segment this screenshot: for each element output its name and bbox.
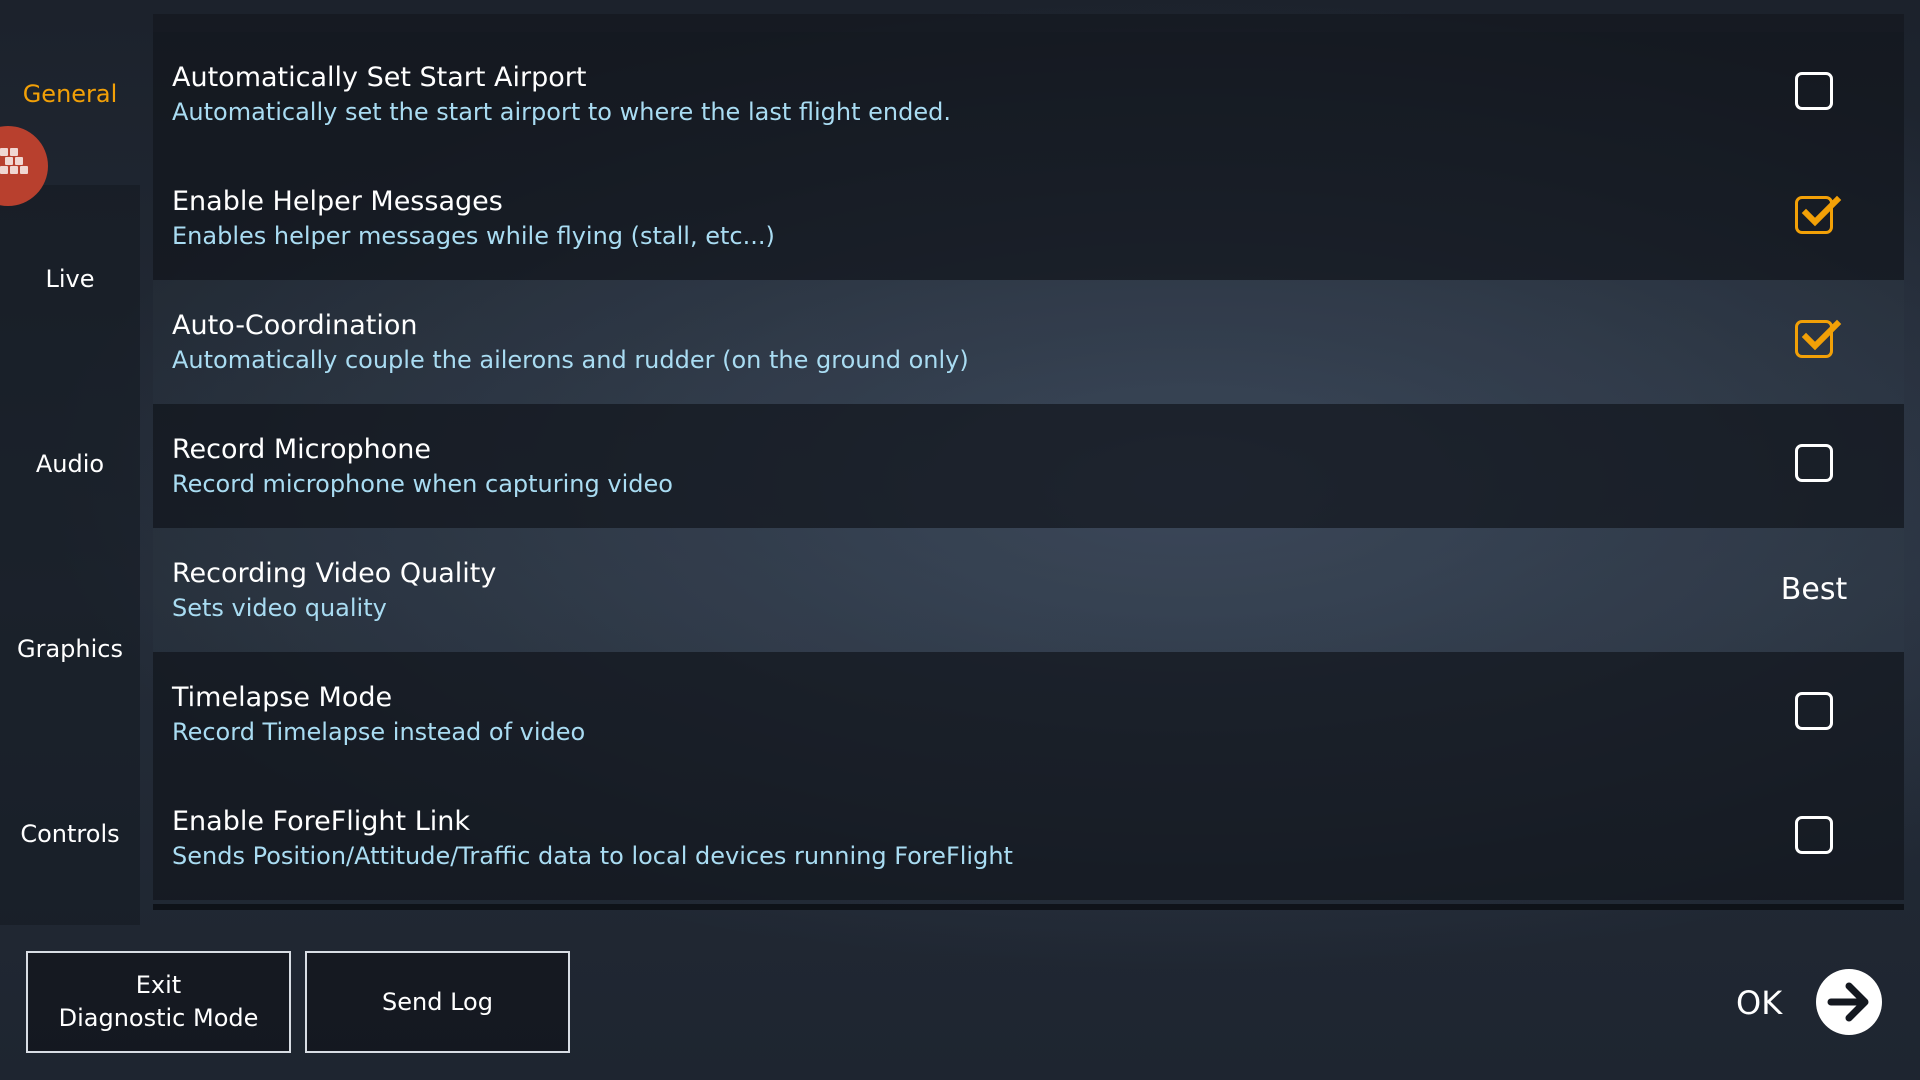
video-quality-value[interactable]: Best [1753, 572, 1875, 607]
setting-row-timelapse[interactable]: Timelapse Mode Record Timelapse instead … [153, 652, 1904, 776]
setting-row-video-quality[interactable]: Recording Video Quality Sets video quali… [153, 528, 1904, 652]
ok-button-label[interactable]: OK [1736, 984, 1782, 1022]
setting-title: Auto-Coordination [172, 310, 418, 341]
setting-title: Automatically Set Start Airport [172, 62, 587, 93]
helper-messages-checkbox[interactable] [1795, 195, 1842, 234]
sidebar-item-controls[interactable]: Controls [0, 820, 140, 848]
setting-description: Sends Position/Attitude/Traffic data to … [172, 842, 1013, 870]
setting-title: Enable Helper Messages [172, 186, 503, 217]
setting-row-start-airport[interactable]: Automatically Set Start Airport Automati… [153, 32, 1904, 156]
setting-row-auto-coordination[interactable]: Auto-Coordination Automatically couple t… [153, 280, 1904, 404]
sidebar-item-live[interactable]: Live [0, 265, 140, 293]
arrow-right-icon [1827, 982, 1869, 1022]
setting-row-foreflight-link[interactable]: Enable ForeFlight Link Sends Position/At… [153, 776, 1904, 900]
auto-coordination-checkbox[interactable] [1795, 319, 1842, 358]
sidebar-item-graphics[interactable]: Graphics [0, 635, 140, 663]
sidebar-item-audio[interactable]: Audio [0, 450, 140, 478]
send-log-button[interactable]: Send Log [305, 951, 570, 1053]
button-label-line1: Exit [135, 971, 182, 999]
button-label: Send Log [382, 987, 493, 1016]
list-top-edge [153, 14, 1904, 32]
sidebar-item-general[interactable]: General [0, 80, 140, 108]
sidebar-panel [0, 185, 140, 925]
foreflight-link-checkbox[interactable] [1795, 816, 1833, 854]
setting-description: Automatically set the start airport to w… [172, 98, 951, 126]
settings-list[interactable]: Automatically Set Start Airport Automati… [153, 32, 1904, 904]
button-label-line2: Diagnostic Mode [58, 1004, 259, 1032]
setting-title: Enable ForeFlight Link [172, 806, 471, 837]
setting-description: Automatically couple the ailerons and ru… [172, 346, 969, 374]
exit-diagnostic-mode-button[interactable]: Exit Diagnostic Mode [26, 951, 291, 1053]
setting-description: Sets video quality [172, 594, 387, 622]
setting-description: Record Timelapse instead of video [172, 718, 586, 746]
checkmark-icon [1801, 195, 1842, 227]
timelapse-checkbox[interactable] [1795, 692, 1833, 730]
list-bottom-edge [153, 904, 1904, 910]
setting-row-record-microphone[interactable]: Record Microphone Record microphone when… [153, 404, 1904, 528]
pixel-logo-icon [0, 148, 34, 182]
record-microphone-checkbox[interactable] [1795, 444, 1833, 482]
setting-row-helper-messages[interactable]: Enable Helper Messages Enables helper me… [153, 156, 1904, 280]
setting-title: Recording Video Quality [172, 558, 497, 589]
checkmark-icon [1801, 319, 1842, 351]
setting-title: Timelapse Mode [172, 682, 393, 713]
start-airport-checkbox[interactable] [1795, 72, 1833, 110]
arrow-right-circle-icon[interactable] [1816, 969, 1882, 1035]
sidebar: General Live Audio Graphics Controls [0, 0, 140, 925]
setting-description: Record microphone when capturing video [172, 470, 673, 498]
setting-title: Record Microphone [172, 434, 432, 465]
setting-description: Enables helper messages while flying (st… [172, 222, 775, 250]
